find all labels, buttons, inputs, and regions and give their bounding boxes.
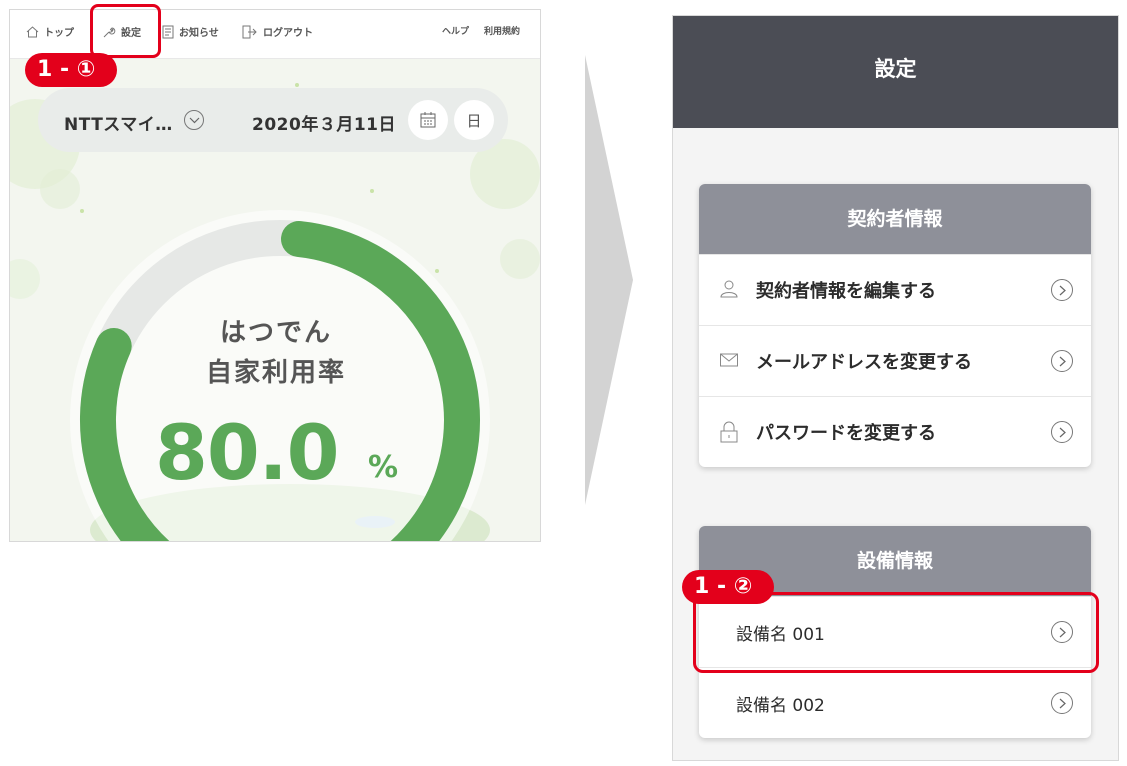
- step-badge-1-2: 1 - ②: [682, 570, 774, 604]
- change-password-label: パスワードを変更する: [756, 423, 936, 444]
- lock-icon: [720, 421, 738, 443]
- mail-icon: [720, 353, 738, 367]
- chevron-right-icon: [1051, 350, 1073, 372]
- gauge-title-line1: はつでん: [219, 318, 332, 348]
- settings-highlight-box: [90, 4, 161, 58]
- chevron-right-icon: [1051, 279, 1073, 301]
- equipment-highlight-box: [693, 592, 1099, 673]
- change-password-item[interactable]: パスワードを変更する: [699, 396, 1091, 467]
- gauge-value: 80.0: [155, 408, 340, 497]
- edit-contract-info-item[interactable]: 契約者情報を編集する: [699, 254, 1091, 325]
- gauge-unit: %: [368, 450, 399, 485]
- step-badge-1-1: 1 - ①: [25, 53, 117, 87]
- equipment-item-002[interactable]: 設備名 002: [699, 667, 1091, 738]
- app-screen-top: トップ 設定 お知らせ ログアウト ヘルプ 利用規約 NTTスマイ… 2020年…: [9, 9, 541, 542]
- contract-info-heading: 契約者情報: [699, 184, 1091, 254]
- chevron-right-icon: [1051, 421, 1073, 443]
- edit-contract-info-label: 契約者情報を編集する: [756, 281, 936, 302]
- transition-arrow: [585, 55, 633, 505]
- change-email-item[interactable]: メールアドレスを変更する: [699, 325, 1091, 396]
- gauge-title-line2: 自家利用率: [205, 358, 346, 388]
- change-email-label: メールアドレスを変更する: [756, 352, 972, 373]
- chevron-right-icon: [1051, 692, 1073, 714]
- contract-info-card: 契約者情報 契約者情報を編集する メールアドレスを変更する パスワードを変更する: [699, 184, 1091, 467]
- equipment-item-002-label: 設備名 002: [736, 695, 825, 716]
- person-icon: [720, 280, 738, 298]
- page-title: 設定: [673, 16, 1118, 128]
